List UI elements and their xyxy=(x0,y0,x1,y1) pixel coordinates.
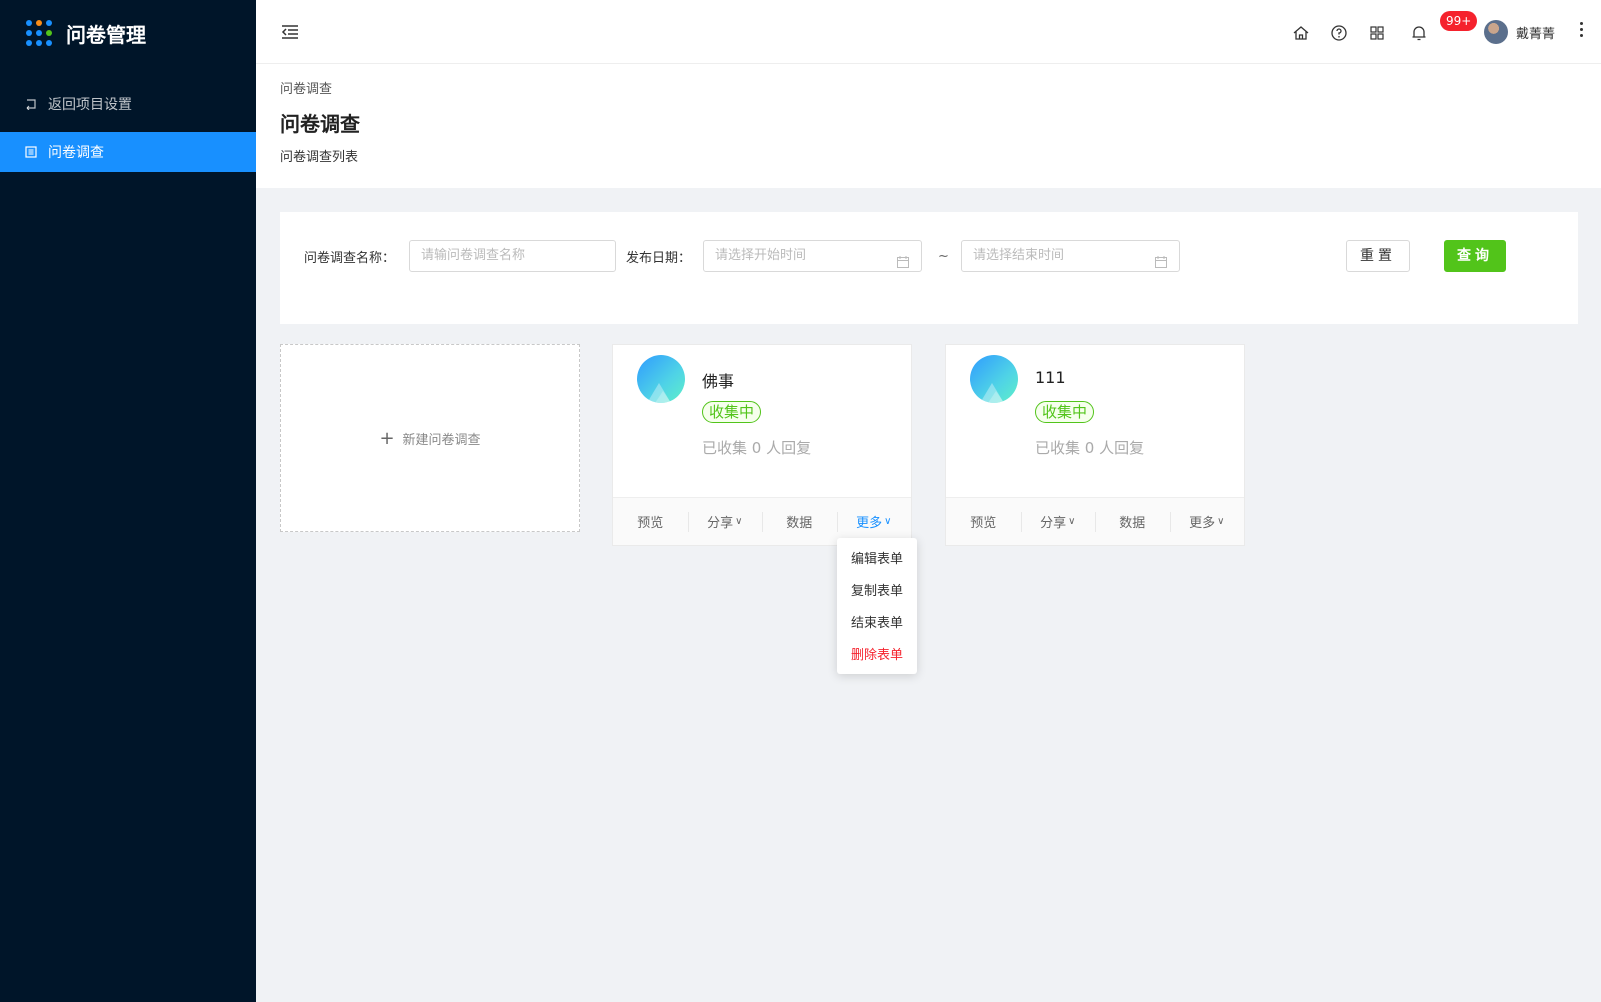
menu-fold-icon[interactable] xyxy=(280,22,300,42)
response-count: 已收集 0 人回复 xyxy=(1035,439,1145,457)
top-header: 99+ 戴菁菁 xyxy=(256,0,1601,64)
status-badge: 收集中 xyxy=(1035,401,1095,423)
avatar[interactable] xyxy=(1484,20,1508,44)
data-button[interactable]: 数据 xyxy=(1095,498,1170,545)
copy-form-menu-item[interactable]: 复制表单 xyxy=(837,576,917,608)
new-survey-card[interactable]: + 新建问卷调查 xyxy=(280,344,580,532)
sidebar-item-return-project-settings[interactable]: 返回项目设置 xyxy=(0,84,256,124)
brand: 问卷管理 xyxy=(26,18,146,48)
bell-icon[interactable] xyxy=(1410,24,1428,42)
new-survey-label: 新建问卷调查 xyxy=(402,432,481,448)
delete-form-menu-item[interactable]: 删除表单 xyxy=(837,640,917,672)
share-label: 分享 xyxy=(1040,516,1067,531)
chevron-down-icon: ∨ xyxy=(884,516,892,527)
data-label: 数据 xyxy=(786,516,813,531)
home-icon[interactable] xyxy=(1292,24,1310,42)
preview-label: 预览 xyxy=(637,516,664,531)
data-label: 数据 xyxy=(1119,516,1146,531)
more-button[interactable]: 更多 ∨ xyxy=(1169,498,1245,545)
reset-button[interactable]: 重置 xyxy=(1346,240,1410,272)
page-title: 问卷调查 xyxy=(280,112,360,136)
calendar-icon xyxy=(897,250,909,268)
response-count: 已收集 0 人回复 xyxy=(702,439,812,457)
survey-name-label: 问卷调查名称： xyxy=(304,251,396,266)
survey-name-placeholder: 请输问卷调查名称 xyxy=(421,248,526,263)
list-icon xyxy=(24,145,38,159)
share-button[interactable]: 分享 ∨ xyxy=(1020,498,1096,545)
sidebar: 问卷管理 返回项目设置 问卷调查 xyxy=(0,0,256,1002)
status-badge: 收集中 xyxy=(702,401,762,423)
plus-icon: + xyxy=(379,427,395,449)
page-subtitle: 问卷调查列表 xyxy=(280,150,359,165)
end-date-picker[interactable]: 请选择结束时间 xyxy=(961,240,1180,272)
survey-name[interactable]: 佛事 xyxy=(702,368,734,392)
app-title: 问卷管理 xyxy=(66,22,146,47)
help-icon[interactable] xyxy=(1330,24,1348,42)
share-button[interactable]: 分享 ∨ xyxy=(687,498,763,545)
data-button[interactable]: 数据 xyxy=(762,498,837,545)
notification-badge: 99+ xyxy=(1440,11,1478,31)
edit-form-menu-item[interactable]: 编辑表单 xyxy=(837,544,917,576)
chevron-down-icon: ∨ xyxy=(735,516,743,527)
sidebar-item-survey[interactable]: 问卷调查 xyxy=(0,132,256,172)
sidebar-item-label: 问卷调查 xyxy=(48,145,104,161)
date-range-separator: ~ xyxy=(938,249,949,264)
return-icon xyxy=(24,97,38,111)
more-label: 更多 xyxy=(1189,516,1216,531)
calendar-icon xyxy=(1155,250,1167,268)
chevron-down-icon: ∨ xyxy=(1068,516,1076,527)
survey-card: 111 收集中 已收集 0 人回复 预览 分享 ∨ 数据 更多 ∨ xyxy=(945,344,1245,546)
survey-name[interactable]: 111 xyxy=(1035,368,1066,387)
apps-icon[interactable] xyxy=(1368,24,1386,42)
preview-label: 预览 xyxy=(970,516,997,531)
start-date-picker[interactable]: 请选择开始时间 xyxy=(703,240,922,272)
app-grid-logo-icon xyxy=(26,20,52,46)
search-panel: 问卷调查名称： 请输问卷调查名称 发布日期： 请选择开始时间 ~ 请选择结束时间… xyxy=(280,212,1578,324)
preview-button[interactable]: 预览 xyxy=(946,498,1021,545)
more-dropdown-menu: 编辑表单 复制表单 结束表单 删除表单 xyxy=(837,538,917,674)
preview-button[interactable]: 预览 xyxy=(613,498,688,545)
end-date-placeholder: 请选择结束时间 xyxy=(973,248,1065,263)
query-button[interactable]: 查询 xyxy=(1444,240,1506,272)
publish-date-label: 发布日期： xyxy=(626,251,692,266)
sidebar-item-label: 返回项目设置 xyxy=(48,97,132,113)
survey-logo-icon xyxy=(637,355,685,403)
username[interactable]: 戴菁菁 xyxy=(1516,23,1555,42)
more-label: 更多 xyxy=(856,516,883,531)
survey-card: 佛事 收集中 已收集 0 人回复 预览 分享 ∨ 数据 更多 ∨ xyxy=(612,344,912,546)
share-label: 分享 xyxy=(707,516,734,531)
end-form-menu-item[interactable]: 结束表单 xyxy=(837,608,917,640)
chevron-down-icon: ∨ xyxy=(1217,516,1225,527)
survey-name-input[interactable]: 请输问卷调查名称 xyxy=(409,240,616,272)
survey-logo-icon xyxy=(970,355,1018,403)
more-vertical-icon[interactable] xyxy=(1578,20,1584,40)
card-actions: 预览 分享 ∨ 数据 更多 ∨ xyxy=(946,497,1244,545)
page-header: 问卷调查 问卷调查 问卷调查列表 xyxy=(256,64,1601,188)
start-date-placeholder: 请选择开始时间 xyxy=(715,248,807,263)
breadcrumb[interactable]: 问卷调查 xyxy=(280,78,332,97)
